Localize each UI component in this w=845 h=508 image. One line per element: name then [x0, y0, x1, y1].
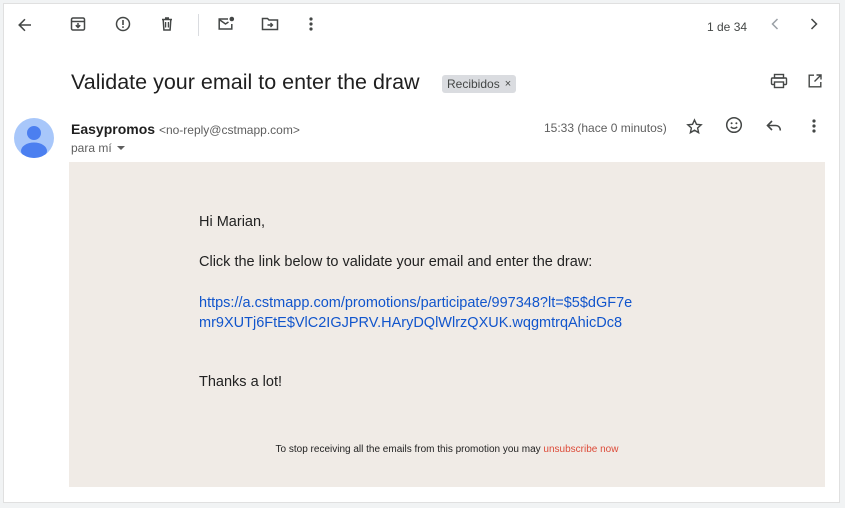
mark-unread-icon[interactable] [215, 13, 237, 35]
more-options-icon[interactable] [803, 115, 825, 137]
label-chip-text: Recibidos [447, 77, 500, 91]
caret-down-icon[interactable] [116, 145, 126, 151]
sender-line: Easypromos <no-reply@cstmapp.com> [71, 121, 300, 137]
sender-name[interactable]: Easypromos [71, 121, 155, 137]
recipient-label: para mí [71, 141, 112, 155]
more-vert-icon[interactable] [300, 13, 322, 35]
archive-icon[interactable] [67, 13, 89, 35]
email-subject: Validate your email to enter the draw [71, 70, 420, 94]
toolbar-divider [198, 14, 199, 36]
email-body: Hi Marian, Click the link below to valid… [69, 162, 825, 487]
greeting-text: Hi Marian, [199, 214, 266, 230]
star-icon[interactable] [683, 115, 705, 137]
instruction-text: Click the link below to validate your em… [199, 254, 593, 270]
chevron-left-icon[interactable] [764, 13, 786, 35]
report-spam-icon[interactable] [112, 13, 134, 35]
emoji-reaction-icon[interactable] [723, 114, 745, 136]
unsubscribe-link[interactable]: unsubscribe now [543, 444, 618, 455]
arrow-left-icon[interactable] [14, 14, 36, 36]
close-icon[interactable]: × [505, 78, 511, 90]
footer-text: To stop receiving all the emails from th… [275, 444, 544, 455]
label-chip-inbox[interactable]: Recibidos × [442, 75, 517, 93]
validation-link[interactable]: https://a.cstmapp.com/promotions/partici… [199, 293, 639, 333]
sender-address: <no-reply@cstmapp.com> [158, 123, 300, 137]
email-view: 1 de 34 Validate your email to enter the… [3, 3, 840, 503]
person-icon [21, 126, 47, 158]
print-icon[interactable] [768, 70, 790, 92]
thanks-text: Thanks a lot! [199, 374, 283, 390]
pager-count: 1 de 34 [707, 20, 748, 34]
trash-icon[interactable] [156, 13, 178, 35]
avatar[interactable] [14, 118, 54, 158]
recipient-details[interactable]: para mí [71, 141, 126, 155]
open-in-new-window-icon[interactable] [804, 70, 826, 92]
email-timestamp: 15:33 (hace 0 minutos) [544, 121, 667, 135]
reply-icon[interactable] [763, 115, 785, 137]
chevron-right-icon[interactable] [803, 13, 825, 35]
unsubscribe-footer: To stop receiving all the emails from th… [69, 444, 825, 455]
move-to-folder-icon[interactable] [259, 13, 281, 35]
